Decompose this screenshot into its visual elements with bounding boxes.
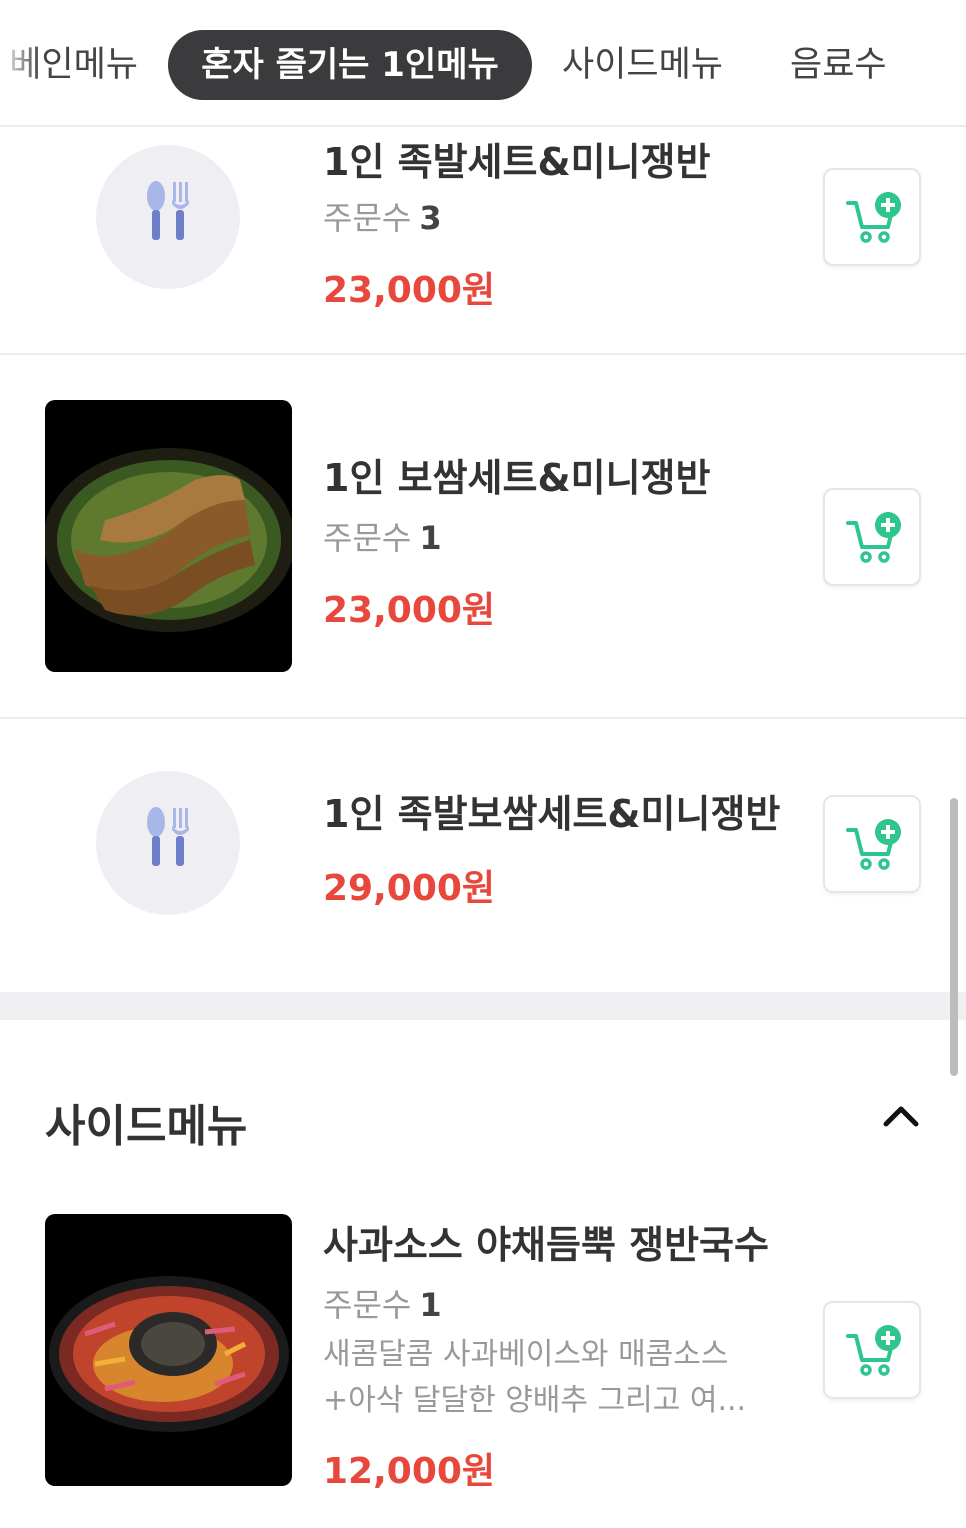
add-to-cart-button[interactable]: [823, 795, 921, 893]
tab-label: 베인메뉴: [9, 45, 138, 85]
menu-item[interactable]: 1인 족발보쌈세트&미니쟁반 29,000원: [0, 719, 966, 992]
tab-solo-menu[interactable]: 혼자 즐기는 1인메뉴: [168, 30, 532, 100]
food-photo-bossam: [45, 400, 292, 672]
section-divider: [0, 992, 966, 1020]
cart-add-icon: [846, 819, 901, 870]
order-count: 주문수 3: [323, 199, 442, 237]
item-name: 1인 족발세트&미니쟁반: [323, 140, 711, 184]
order-count: 주문수 1: [323, 519, 442, 557]
menu-item[interactable]: 1인 족발세트&미니쟁반 주문수 3 23,000원: [0, 127, 966, 355]
tab-drinks[interactable]: 음료수: [790, 30, 887, 100]
menu-item[interactable]: 1인 보쌈세트&미니쟁반 주문수 1 23,000원: [0, 355, 966, 719]
scrollbar-thumb[interactable]: [950, 798, 958, 1076]
food-photo-noodles: [45, 1214, 292, 1486]
cart-add-icon: [846, 1325, 901, 1376]
placeholder-thumbnail: [96, 771, 240, 915]
add-to-cart-button[interactable]: [823, 1301, 921, 1399]
chevron-up-icon[interactable]: [882, 1104, 920, 1128]
item-price: 23,000원: [323, 590, 496, 631]
utensils-icon: [147, 807, 189, 866]
add-to-cart-button[interactable]: [823, 168, 921, 266]
utensils-icon: [147, 181, 189, 240]
item-price: 12,000원: [323, 1451, 496, 1492]
item-name: 사과소스 야채듬뿍 쟁반국수: [323, 1223, 769, 1267]
menu-item[interactable]: 사과소스 야채듬뿍 쟁반국수 주문수 1 새콤달콤 사과베이스와 매콤소스 +아삭…: [0, 1200, 966, 1528]
item-name: 1인 보쌈세트&미니쟁반: [323, 456, 711, 500]
tab-side-menu[interactable]: 사이드메뉴: [562, 30, 723, 100]
cart-add-icon: [846, 512, 901, 563]
item-price: 29,000원: [323, 868, 496, 909]
item-name: 1인 족발보쌈세트&미니쟁반: [323, 792, 781, 836]
cart-add-icon: [846, 192, 901, 243]
section-title: 사이드메뉴: [45, 1101, 248, 1152]
order-count: 주문수 1: [323, 1286, 442, 1324]
add-to-cart-button[interactable]: [823, 488, 921, 586]
item-description: 새콤달콤 사과베이스와 매콤소스 +아삭 달달한 양배추 그리고 여...: [323, 1337, 747, 1418]
placeholder-thumbnail: [96, 145, 240, 289]
item-price: 23,000원: [323, 270, 496, 311]
tab-main-menu[interactable]: 베인메뉴: [0, 30, 150, 100]
category-tab-bar: 베인메뉴 혼자 즐기는 1인메뉴 사이드메뉴 음료수: [0, 0, 966, 127]
